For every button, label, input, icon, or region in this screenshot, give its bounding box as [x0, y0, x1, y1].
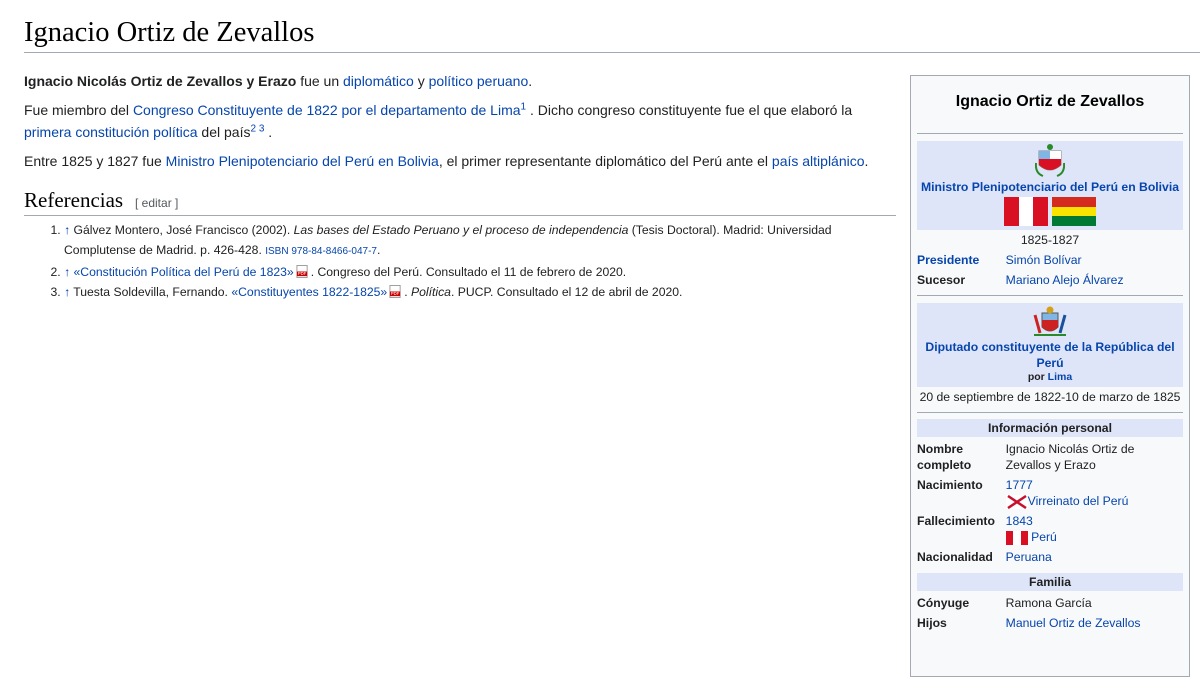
text: .	[264, 124, 273, 140]
infobox-row-fallecimiento: Fallecimiento 1843 Perú	[917, 511, 1183, 547]
office-dates-diputado: 20 de septiembre de 1822-10 de marzo de …	[919, 390, 1181, 404]
references-title: Referencias	[24, 188, 124, 212]
reference-item: ↑ Gálvez Montero, José Francisco (2002).…	[64, 220, 884, 262]
nacionalidad-value[interactable]: Peruana	[1006, 549, 1183, 565]
nombre-value: Ignacio Nicolás Ortiz de Zevallos y Eraz…	[1005, 442, 1135, 472]
nacionalidad-label: Nacionalidad	[917, 550, 993, 564]
office-band-diputado: Diputado constituyente de la República d…	[917, 303, 1183, 387]
infobox-title: Ignacio Ortiz de Zevallos	[917, 76, 1183, 134]
sucesor-label: Sucesor	[917, 273, 966, 287]
fallecimiento-value: 1843 Perú	[1005, 513, 1183, 545]
lima-link[interactable]: Lima	[1048, 371, 1073, 383]
reference-item: ↑ Tuesta Soldevilla, Fernando. «Constitu…	[64, 282, 884, 302]
text: .	[376, 243, 381, 257]
fallecimiento-place[interactable]: Perú	[1031, 530, 1057, 544]
page-title: Ignacio Ortiz de Zevallos	[24, 17, 315, 48]
viceroyalty-flag-icon	[1005, 494, 1028, 509]
constitucion-1823-link[interactable]: «Constitución Política del Perú de 1823»	[73, 265, 293, 279]
nacimiento-place[interactable]: Virreinato del Perú	[1028, 494, 1129, 508]
intro-paragraph-2: Fue miembro del Congreso Constituyente d…	[24, 99, 894, 143]
constituyentes-link[interactable]: «Constituyentes 1822-1825»	[231, 285, 387, 299]
reference-item: ↑ «Constitución Política del Perú de 182…	[64, 262, 884, 282]
ref-2-link[interactable]: 2	[250, 123, 256, 134]
pdf-icon: PDF	[296, 265, 308, 278]
office-title-diputado[interactable]: Diputado constituyente de la República d…	[917, 339, 1183, 371]
office-por: por Lima	[917, 371, 1183, 383]
subject-name: Ignacio Nicolás Ortiz de Zevallos y Eraz…	[24, 73, 297, 89]
infobox-row-conyuge: Cónyuge Ramona García	[917, 593, 1183, 613]
text: Gálvez Montero, José Francisco (2002).	[70, 223, 294, 237]
hijos-label: Hijos	[917, 616, 947, 630]
bolivia-flag-icon	[1051, 197, 1096, 226]
hijos-value[interactable]: Manuel Ortiz de Zevallos	[1006, 615, 1183, 631]
text: .	[404, 285, 411, 299]
infobox-row-nacionalidad: Nacionalidad Peruana	[917, 547, 1183, 567]
svg-text:PDF: PDF	[391, 291, 400, 296]
book-title: Las bases del Estado Peruano y el proces…	[293, 223, 629, 237]
fallecimiento-label: Fallecimiento	[917, 514, 995, 528]
peru-coat-of-arms-icon	[1035, 144, 1065, 177]
text: Entre 1825 y 1827 fue	[24, 153, 166, 169]
sucesor-value[interactable]: Mariano Alejo Álvarez	[1006, 272, 1183, 288]
text: fue un	[296, 73, 344, 89]
text: Fue miembro del	[24, 102, 133, 118]
back-arrow-link[interactable]: ↑	[64, 265, 70, 279]
title-divider	[24, 52, 1200, 53]
office-title-minister[interactable]: Ministro Plenipotenciario del Perú en Bo…	[917, 179, 1183, 195]
fallecimiento-year[interactable]: 1843	[1006, 514, 1033, 528]
conyuge-value: Ramona García	[1005, 596, 1092, 610]
link-ministro-plenipotenciario[interactable]: Ministro Plenipotenciario del Perú en Bo…	[166, 153, 439, 169]
text: y	[413, 73, 429, 89]
link-pais-altiplanico[interactable]: país altiplánico	[772, 153, 865, 169]
office-band-minister: Ministro Plenipotenciario del Perú en Bo…	[917, 141, 1183, 230]
por-label: por	[1027, 371, 1045, 383]
infobox-row-presidente: Presidente Simón Bolívar	[917, 250, 1183, 270]
text: .	[528, 73, 533, 89]
nombre-label: Nombre completo	[917, 442, 972, 472]
article-body: Ignacio Nicolás Ortiz de Zevallos y Eraz…	[24, 70, 894, 179]
nacimiento-year[interactable]: 1777	[1006, 478, 1033, 492]
intro-paragraph-3: Entre 1825 y 1827 fue Ministro Plenipote…	[24, 150, 894, 172]
publication-title: Política	[410, 285, 451, 299]
link-diplomatico[interactable]: diplomático	[343, 73, 414, 89]
svg-text:PDF: PDF	[298, 271, 307, 276]
pdf-icon: PDF	[389, 285, 401, 298]
edit-section-link[interactable]: [ editar ]	[135, 196, 178, 210]
text: Tuesta Soldevilla, Fernando.	[70, 285, 232, 299]
infobox-row-nacimiento: Nacimiento 1777 Virreinato del Perú	[917, 475, 1183, 511]
presidente-value[interactable]: Simón Bolívar	[1006, 252, 1183, 268]
references-list: ↑ Gálvez Montero, José Francisco (2002).…	[40, 220, 884, 302]
intro-paragraph-1: Ignacio Nicolás Ortiz de Zevallos y Eraz…	[24, 70, 894, 92]
nacimiento-label: Nacimiento	[917, 478, 983, 492]
references-heading: Referencias [ editar ]	[24, 188, 896, 216]
nacimiento-value: 1777 Virreinato del Perú	[1005, 477, 1183, 509]
peru-flag-icon	[1005, 530, 1028, 545]
text: . Congreso del Perú. Consultado el 11 de…	[310, 265, 627, 279]
link-primera-constitucion[interactable]: primera constitución política	[24, 124, 198, 140]
coat-of-arms-icon	[1033, 306, 1067, 336]
infobox: Ignacio Ortiz de Zevallos Ministro Pleni…	[910, 75, 1190, 677]
isbn-link[interactable]: ISBN 978-84-8466-047-7	[265, 246, 377, 257]
divider	[917, 412, 1183, 413]
text: del país	[197, 124, 251, 140]
infobox-row-hijos: Hijos Manuel Ortiz de Zevallos	[917, 613, 1183, 633]
infobox-row-nombre: Nombre completo Ignacio Nicolás Ortiz de…	[917, 439, 1183, 475]
peru-flag-icon	[1004, 197, 1049, 226]
section-familia: Familia	[917, 573, 1183, 591]
link-congreso-constituyente[interactable]: Congreso Constituyente de 1822 por el de…	[133, 102, 521, 118]
text: .	[864, 153, 869, 169]
divider	[917, 295, 1183, 296]
section-personal: Información personal	[917, 419, 1183, 437]
text: . PUCP. Consultado el 12 de abril de 202…	[450, 285, 683, 299]
conyuge-label: Cónyuge	[917, 596, 970, 610]
link-politico[interactable]: político	[429, 73, 473, 89]
presidente-label[interactable]: Presidente	[917, 252, 1006, 268]
office-dates-minister: 1825-1827	[1020, 233, 1080, 247]
link-peruano[interactable]: peruano	[477, 73, 528, 89]
text: , el primer representante diplomático de…	[438, 153, 772, 169]
infobox-row-sucesor: Sucesor Mariano Alejo Álvarez	[917, 270, 1183, 290]
text: . Dicho congreso constituyente fue el qu…	[526, 102, 853, 118]
